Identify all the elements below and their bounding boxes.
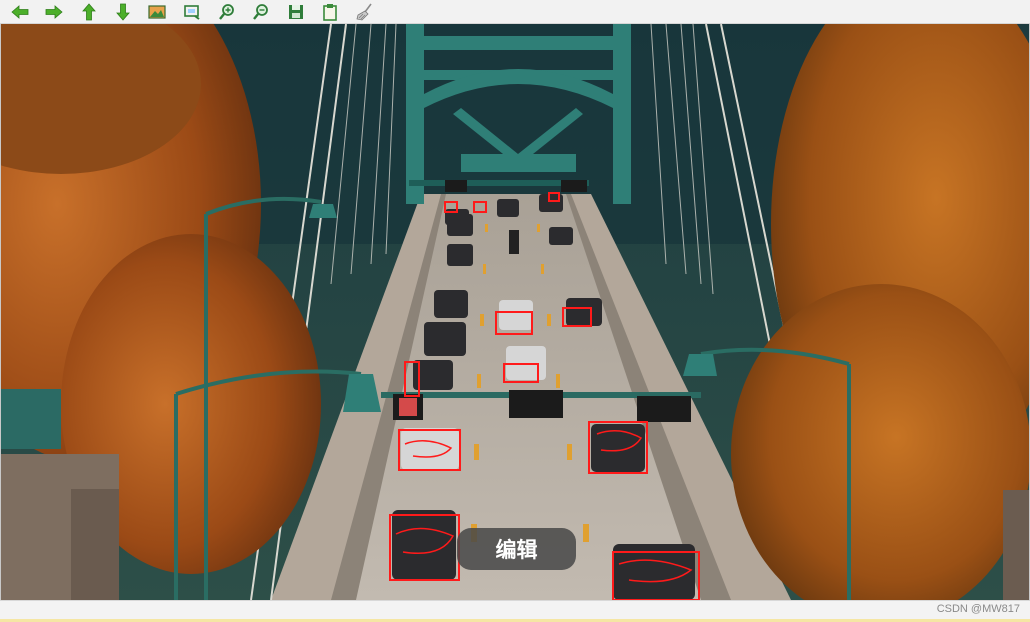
watermark: CSDN @MW817 [936, 603, 1020, 615]
image-icon[interactable] [144, 2, 170, 22]
zoom-out-icon[interactable] [248, 2, 274, 22]
edit-button[interactable]: 编辑 [457, 528, 576, 570]
down-arrow-icon[interactable] [110, 2, 136, 22]
broom-icon[interactable] [352, 2, 378, 22]
bridge-photo [1, 24, 1029, 600]
save-icon[interactable] [283, 2, 309, 22]
forward-arrow-icon[interactable] [41, 2, 67, 22]
zoom-in-icon[interactable] [214, 2, 240, 22]
back-arrow-icon[interactable] [7, 2, 33, 22]
toolbar [0, 0, 1030, 24]
edit-label: 编辑 [495, 538, 538, 562]
fit-window-icon[interactable] [179, 2, 205, 22]
status-bar: CSDN @MW817 [0, 600, 1030, 622]
image-viewport[interactable]: 编辑 [0, 24, 1030, 600]
up-arrow-icon[interactable] [76, 2, 102, 22]
clipboard-icon[interactable] [317, 2, 343, 22]
